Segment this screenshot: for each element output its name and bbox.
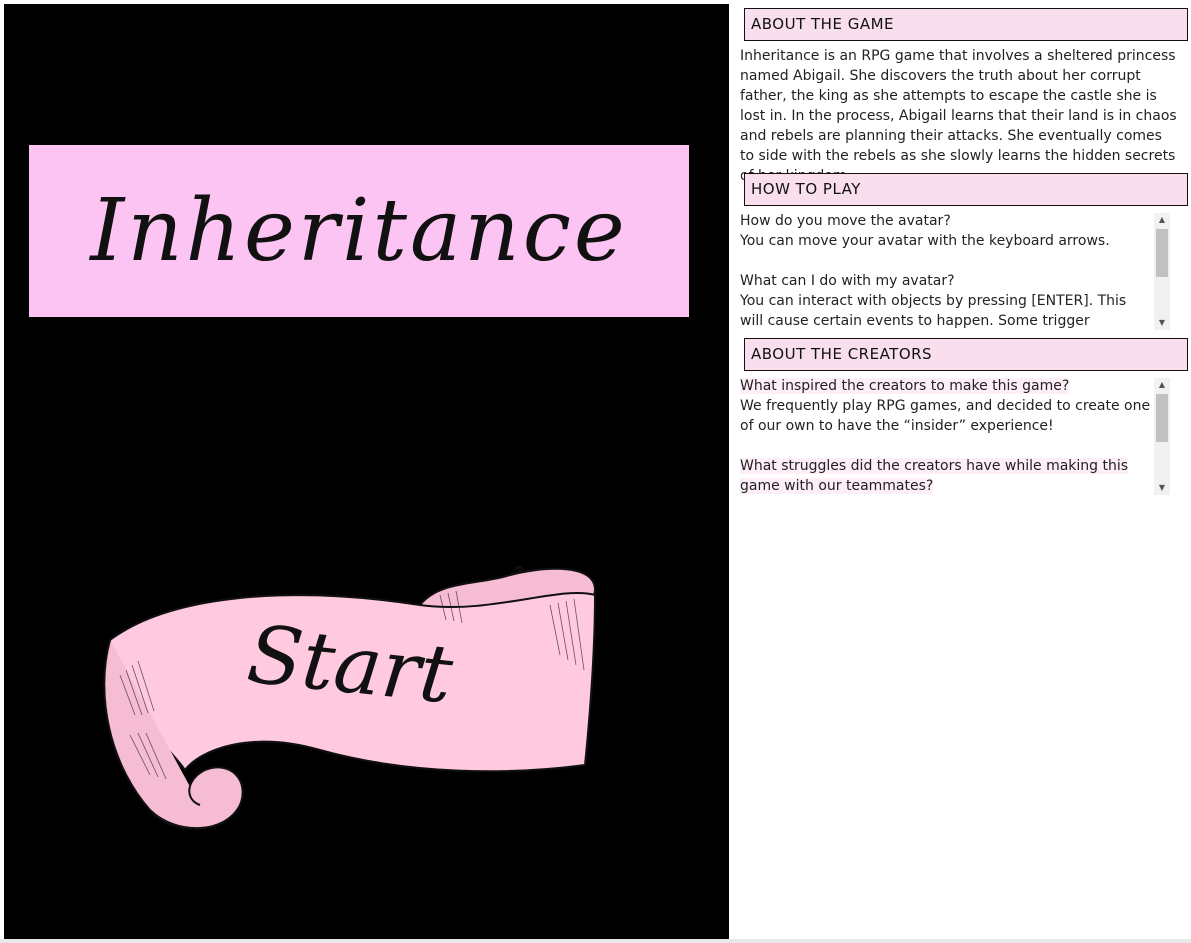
about-creators-scroll-area[interactable]: What inspired the creators to make this … xyxy=(740,376,1170,496)
about-game-header: ABOUT THE GAME xyxy=(744,8,1188,41)
about-game-text: Inheritance is an RPG game that involves… xyxy=(740,48,1177,184)
how-to-play-scroll-area[interactable]: How do you move the avatar? You can move… xyxy=(740,211,1170,331)
about-creators-header: ABOUT THE CREATORS xyxy=(744,338,1188,371)
faq-question: What struggles did the creators have whi… xyxy=(740,458,1129,494)
scroll-up-arrow-icon[interactable]: ▲ xyxy=(1154,378,1170,392)
faq-answer: You can interact with objects by pressin… xyxy=(740,293,1127,329)
faq-question: What can I do with my avatar? xyxy=(740,273,955,289)
scroll-up-arrow-icon[interactable]: ▲ xyxy=(1154,213,1170,227)
scroll-thumb[interactable] xyxy=(1156,229,1168,277)
scrollbar[interactable]: ▲ ▼ xyxy=(1154,378,1170,495)
scroll-thumb[interactable] xyxy=(1156,394,1168,442)
scroll-down-arrow-icon[interactable]: ▼ xyxy=(1154,316,1170,330)
faq-answer: We frequently play RPG games, and decide… xyxy=(740,398,1151,434)
faq-question: How do you move the avatar? xyxy=(740,213,951,229)
horizontal-scrollbar[interactable] xyxy=(0,939,1191,943)
game-title: Inheritance xyxy=(90,181,628,281)
how-to-play-header: HOW TO PLAY xyxy=(744,173,1188,206)
scrollbar[interactable]: ▲ ▼ xyxy=(1154,213,1170,330)
game-title-banner: Inheritance xyxy=(29,145,689,317)
scroll-down-arrow-icon[interactable]: ▼ xyxy=(1154,481,1170,495)
faq-answer: You can move your avatar with the keyboa… xyxy=(740,233,1110,249)
faq-question: What inspired the creators to make this … xyxy=(740,378,1070,394)
